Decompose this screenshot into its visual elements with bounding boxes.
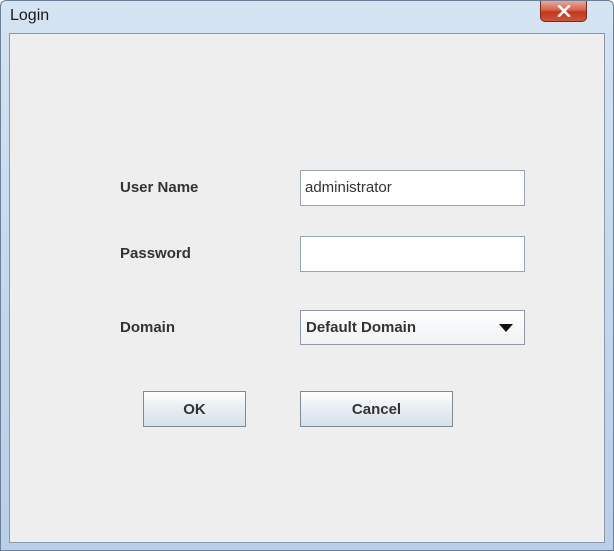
domain-label: Domain <box>120 319 176 336</box>
password-input[interactable] <box>300 236 525 272</box>
domain-select[interactable]: Default Domain <box>300 310 525 345</box>
ok-button[interactable]: OK <box>143 391 246 427</box>
username-label: User Name <box>120 179 199 196</box>
dropdown-arrow[interactable] <box>488 311 524 344</box>
title-bar[interactable]: Login <box>1 1 613 33</box>
dialog-content: User Name administrator Password Domain … <box>9 33 605 543</box>
domain-selected-value: Default Domain <box>306 319 417 336</box>
close-button[interactable] <box>540 1 587 22</box>
username-input[interactable]: administrator <box>300 170 525 206</box>
chevron-down-icon <box>499 323 513 332</box>
close-icon <box>557 5 570 17</box>
password-label: Password <box>120 245 191 262</box>
cancel-button[interactable]: Cancel <box>300 391 453 427</box>
login-window: Login User Name administrator Password D… <box>0 0 614 551</box>
window-title: Login <box>10 7 50 24</box>
